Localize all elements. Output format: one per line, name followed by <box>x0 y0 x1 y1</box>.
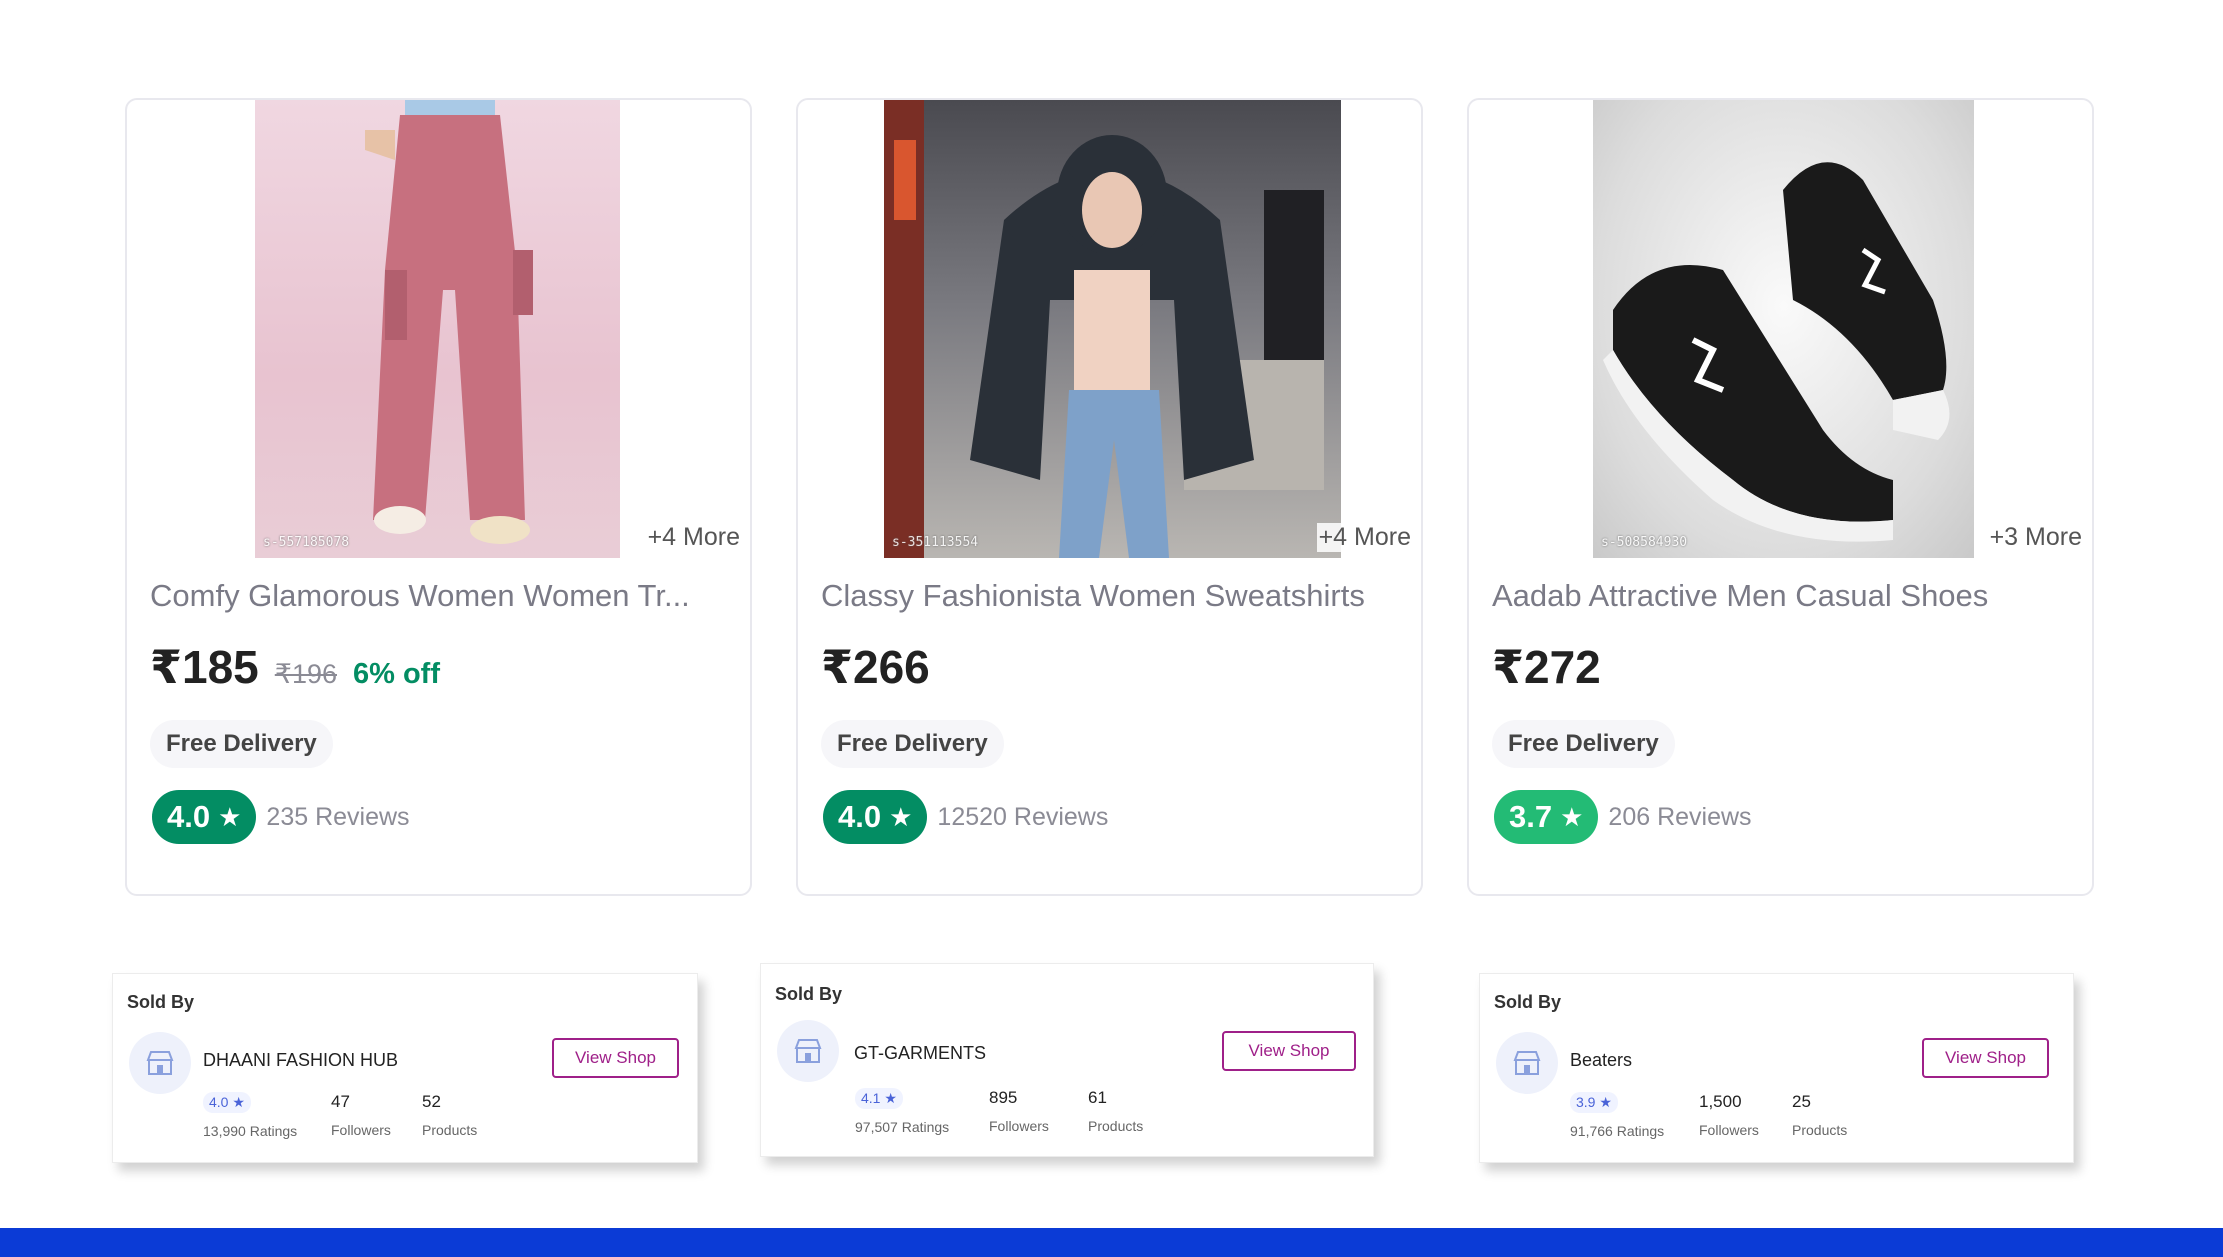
seller-card: Sold By Beaters View Shop 3.9 ★ 91,766 R… <box>1479 973 2074 1163</box>
shoes-illustration <box>1603 162 1950 542</box>
more-variants-label[interactable]: +3 More <box>1987 523 2084 552</box>
products-label: Products <box>422 1122 478 1138</box>
more-variants-label[interactable]: +4 More <box>1316 523 1413 552</box>
price-row: ₹272 <box>1492 640 1601 694</box>
shop-rating: 3.9 ★ <box>1570 1092 1618 1113</box>
free-delivery-badge: Free Delivery <box>821 720 1004 768</box>
products-count: 61 <box>1088 1088 1107 1107</box>
product-title[interactable]: Comfy Glamorous Women Women Tr... <box>150 578 730 614</box>
rating-value: 3.7 <box>1509 799 1553 834</box>
product-sku: s-508584930 <box>1601 535 1688 550</box>
shop-rating: 4.0 ★ <box>203 1092 251 1113</box>
followers-stat: 895 Followers <box>989 1088 1049 1134</box>
shop-icon <box>1496 1032 1558 1094</box>
products-label: Products <box>1792 1122 1848 1138</box>
pants-illustration <box>365 100 533 544</box>
products-stat: 25 Products <box>1792 1092 1847 1138</box>
products-count: 25 <box>1792 1092 1811 1111</box>
seller-card: Sold By DHAANI FASHION HUB View Shop 4.0… <box>112 973 698 1163</box>
product-sku: s-351113554 <box>892 535 979 550</box>
sold-by-heading: Sold By <box>1494 992 1562 1012</box>
shop-rating-stat: 4.1 ★ 97,507 Ratings <box>855 1088 949 1135</box>
product-card[interactable]: s-351113554 +4 More Classy Fashionista W… <box>796 98 1423 896</box>
sold-by-heading: Sold By <box>775 984 843 1004</box>
star-icon: ★ <box>889 802 913 832</box>
free-delivery-badge: Free Delivery <box>150 720 333 768</box>
rating-badge: 3.7 ★ <box>1494 790 1599 844</box>
star-icon: ★ <box>1560 802 1584 832</box>
products-stat: 52 Products <box>422 1092 477 1138</box>
ratings-label: 97,507 Ratings <box>855 1119 950 1135</box>
product-title[interactable]: Aadab Attractive Men Casual Shoes <box>1492 578 2072 614</box>
view-shop-button[interactable]: View Shop <box>1222 1031 1356 1071</box>
product-card[interactable]: s-557185078 +4 More Comfy Glamorous Wome… <box>125 98 752 896</box>
shop-rating: 4.1 ★ <box>855 1088 903 1109</box>
shop-icon <box>129 1032 191 1094</box>
followers-label: Followers <box>331 1122 391 1138</box>
product-title[interactable]: Classy Fashionista Women Sweatshirts <box>821 578 1401 614</box>
products-label: Products <box>1088 1118 1144 1134</box>
discount-label: 6% off <box>353 658 440 690</box>
rating-badge: 4.0 ★ <box>152 790 257 844</box>
product-image[interactable]: s-351113554 <box>884 100 1341 558</box>
ratings-label: 91,766 Ratings <box>1570 1123 1665 1139</box>
rating-value: 4.0 <box>167 799 211 834</box>
rating-row: 4.0 ★ 235 Reviews <box>152 790 410 844</box>
review-count: 235 Reviews <box>266 802 410 831</box>
free-delivery-badge: Free Delivery <box>1492 720 1675 768</box>
shop-name[interactable]: Beaters <box>1570 1050 1632 1071</box>
product-card[interactable]: s-508584930 +3 More Aadab Attractive Men… <box>1467 98 2094 896</box>
star-icon: ★ <box>218 802 242 832</box>
review-count: 12520 Reviews <box>937 802 1109 831</box>
shop-icon <box>777 1020 839 1082</box>
shop-rating-stat: 4.0 ★ 13,990 Ratings <box>203 1092 297 1139</box>
followers-stat: 1,500 Followers <box>1699 1092 1759 1138</box>
product-image[interactable]: s-508584930 <box>1593 100 1974 558</box>
review-count: 206 Reviews <box>1608 802 1752 831</box>
view-shop-button[interactable]: View Shop <box>1922 1038 2049 1078</box>
followers-label: Followers <box>1699 1122 1759 1138</box>
rating-row: 3.7 ★ 206 Reviews <box>1494 790 1752 844</box>
price-row: ₹266 <box>821 640 930 694</box>
sweatshirt-illustration <box>884 100 1324 558</box>
shop-name[interactable]: GT-GARMENTS <box>854 1043 986 1064</box>
seller-card: Sold By GT-GARMENTS View Shop 4.1 ★ 97,5… <box>760 963 1374 1157</box>
price: ₹272 <box>1492 641 1601 693</box>
followers-count: 1,500 <box>1699 1092 1742 1111</box>
ratings-label: 13,990 Ratings <box>203 1123 298 1139</box>
sold-by-heading: Sold By <box>127 992 195 1012</box>
price-row: ₹185 ₹196 6% off <box>150 640 440 694</box>
more-variants-label[interactable]: +4 More <box>645 523 742 552</box>
product-image[interactable]: s-557185078 <box>255 100 620 558</box>
view-shop-button[interactable]: View Shop <box>552 1038 679 1078</box>
followers-label: Followers <box>989 1118 1049 1134</box>
rating-badge: 4.0 ★ <box>823 790 928 844</box>
products-count: 52 <box>422 1092 441 1111</box>
bottom-bar <box>0 1228 2223 1257</box>
rating-value: 4.0 <box>838 799 882 834</box>
followers-stat: 47 Followers <box>331 1092 391 1138</box>
original-price: ₹196 <box>274 659 337 689</box>
product-sku: s-557185078 <box>263 535 350 550</box>
shop-rating-stat: 3.9 ★ 91,766 Ratings <box>1570 1092 1664 1139</box>
price: ₹266 <box>821 641 930 693</box>
price: ₹185 <box>150 641 259 693</box>
rating-row: 4.0 ★ 12520 Reviews <box>823 790 1108 844</box>
followers-count: 47 <box>331 1092 350 1111</box>
products-stat: 61 Products <box>1088 1088 1143 1134</box>
shop-name[interactable]: DHAANI FASHION HUB <box>203 1050 398 1071</box>
followers-count: 895 <box>989 1088 1018 1107</box>
